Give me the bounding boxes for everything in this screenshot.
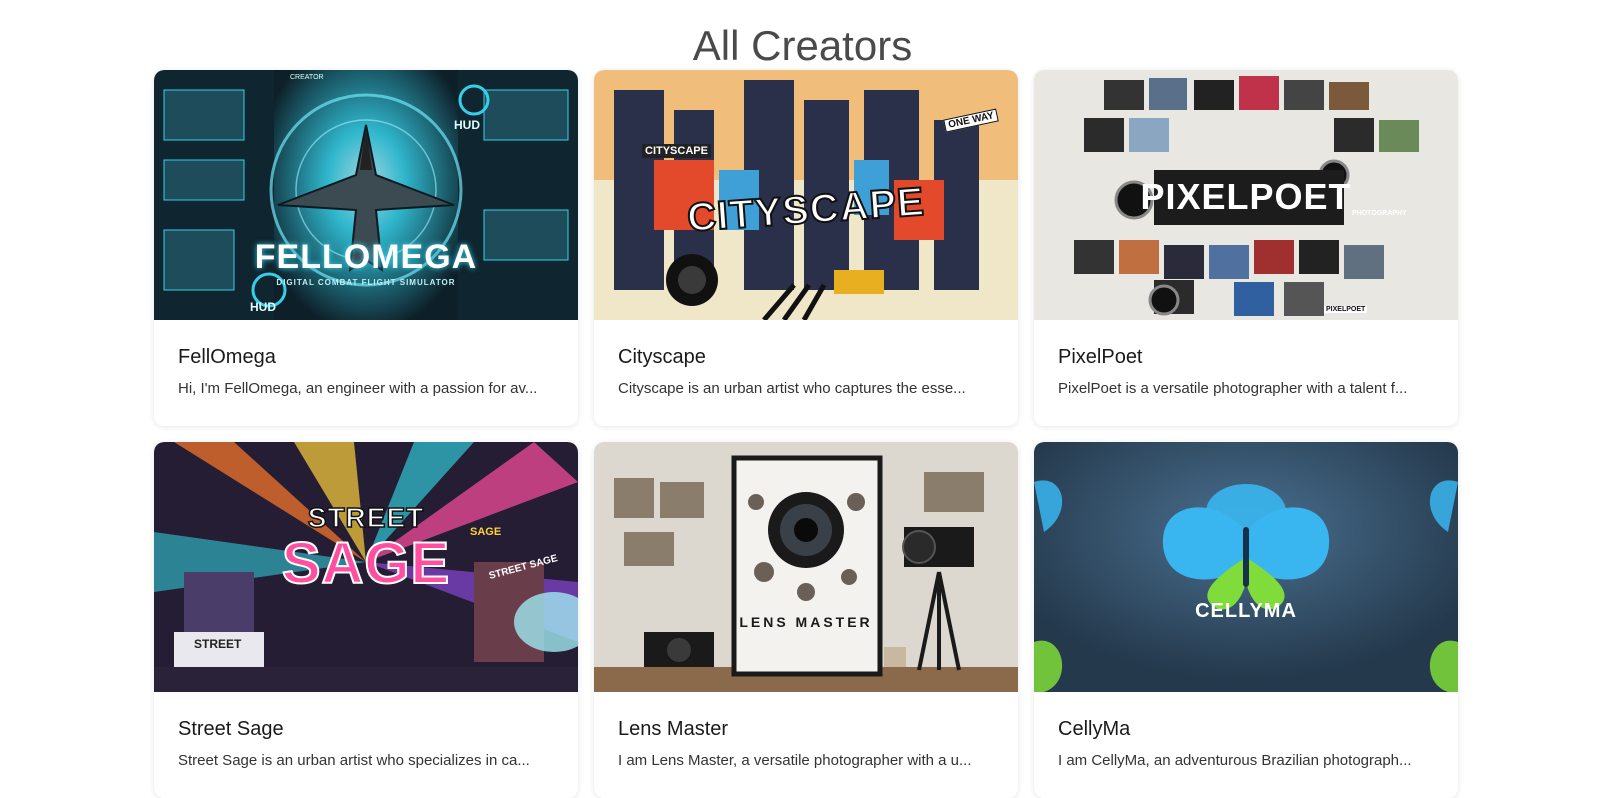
banner-title-text: LENS MASTER (739, 614, 873, 630)
creator-description: I am Lens Master, a versatile photograph… (618, 752, 972, 769)
creator-description: Street Sage is an urban artist who speci… (178, 752, 530, 769)
banner-tag-text: SAGE (470, 526, 502, 538)
creator-banner-image: FELLOMEGA DIGITAL COMBAT FLIGHT SIMULATO… (154, 70, 578, 320)
creator-card[interactable]: CITYSCAPE CITYSCAPE ONE WAY Cityscape Ci… (594, 70, 1018, 426)
banner-tag-text: CITYSCAPE (642, 144, 711, 158)
banner-tag-text: HUD (250, 300, 276, 314)
creator-card[interactable]: CELLYMA CellyMa I am CellyMa, an adventu… (1034, 442, 1458, 798)
page-title: All Creators (692, 22, 913, 69)
creator-description: Hi, I'm FellOmega, an engineer with a pa… (178, 380, 538, 397)
camera-banner-illustration (594, 442, 1018, 692)
banner-tag-text: PHOTOGRAPHY (1352, 210, 1407, 217)
banner-title-text: CELLYMA (1195, 600, 1297, 622)
banner-tag-text: PIXELPOET (1324, 306, 1368, 313)
butterfly-banner-illustration (1034, 442, 1458, 692)
creator-card[interactable]: LENS MASTER Lens Master I am Lens Master… (594, 442, 1018, 798)
banner-tag-text: CREATOR (290, 74, 324, 81)
creators-grid: FELLOMEGA DIGITAL COMBAT FLIGHT SIMULATO… (154, 70, 1458, 798)
creator-banner-image: PIXELPOET PHOTOGRAPHY PIXELPOET (1034, 70, 1458, 320)
creator-description: I am CellyMa, an adventurous Brazilian p… (1058, 752, 1412, 769)
creator-name[interactable]: PixelPoet (1058, 344, 1434, 370)
creator-name[interactable]: Lens Master (618, 716, 994, 742)
banner-tag-text: HUD (454, 118, 480, 132)
creator-banner-image: STREET SAGE STREET SAGE STREET SAGE (154, 442, 578, 692)
creator-banner-image: CELLYMA (1034, 442, 1458, 692)
banner-subtitle-text: DIGITAL COMBAT FLIGHT SIMULATOR (276, 278, 456, 287)
creator-name[interactable]: Cityscape (618, 344, 994, 370)
creator-banner-image: LENS MASTER (594, 442, 1018, 692)
creator-banner-image: CITYSCAPE CITYSCAPE ONE WAY (594, 70, 1018, 320)
creator-name[interactable]: Street Sage (178, 716, 554, 742)
banner-title-text: FELLOMEGA (254, 238, 478, 276)
creator-description: PixelPoet is a versatile photographer wi… (1058, 380, 1408, 397)
banner-tag-text: STREET (194, 637, 242, 651)
creator-description: Cityscape is an urban artist who capture… (618, 380, 966, 397)
creator-card[interactable]: PIXELPOET PHOTOGRAPHY PIXELPOET PixelPoe… (1034, 70, 1458, 426)
creator-name[interactable]: FellOmega (178, 344, 554, 370)
creator-card[interactable]: FELLOMEGA DIGITAL COMBAT FLIGHT SIMULATO… (154, 70, 578, 426)
creator-card[interactable]: STREET SAGE STREET SAGE STREET SAGE Stre… (154, 442, 578, 798)
creator-name[interactable]: CellyMa (1058, 716, 1434, 742)
